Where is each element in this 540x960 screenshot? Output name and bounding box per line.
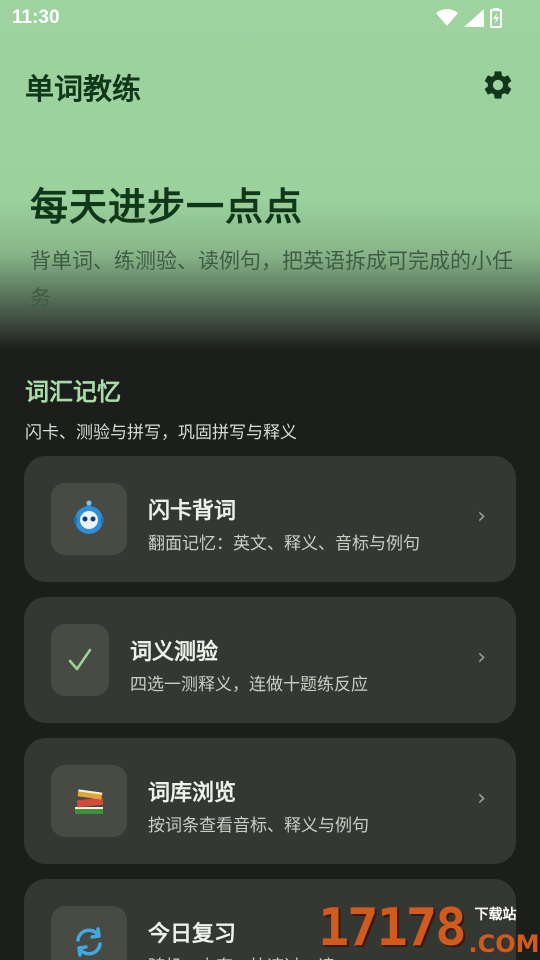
section-description: 闪卡、测验与拼写，巩固拼写与释义 <box>25 423 297 443</box>
gear-icon <box>484 71 512 99</box>
watermark-number: 17178 <box>318 898 467 958</box>
card-word-bank[interactable]: 词库浏览 按词条查看音标、释义与例句 › <box>24 738 516 864</box>
card-subtitle: 翻面记忆：英文、释义、音标与例句 <box>148 534 420 554</box>
watermark-tag: 下载站 <box>474 907 517 923</box>
books-icon <box>75 789 104 814</box>
card-icon-box <box>51 483 127 555</box>
signal-icon <box>464 9 484 27</box>
chevron-right-icon: › <box>477 786 486 811</box>
robot-icon <box>74 500 104 534</box>
watermark-domain: .COM <box>468 930 540 958</box>
card-title: 词义测验 <box>130 640 219 665</box>
card-subtitle: 四选一测释义，连做十题练反应 <box>130 675 368 695</box>
status-icons <box>436 8 502 28</box>
card-icon-box <box>51 765 127 837</box>
card-quiz[interactable]: 词义测验 四选一测释义，连做十题练反应 › <box>24 597 516 723</box>
card-icon-box <box>51 624 109 696</box>
card-icon-box <box>51 906 127 960</box>
hero-headline: 每天进步一点点 <box>30 185 304 229</box>
card-subtitle: 随机、少套、快速过一遍 <box>148 952 335 960</box>
chevron-right-icon: › <box>477 645 486 670</box>
chevron-right-icon: › <box>477 504 486 529</box>
settings-button[interactable] <box>481 68 515 102</box>
wifi-icon <box>436 9 458 26</box>
refresh-icon <box>76 927 102 957</box>
card-flashcards[interactable]: 闪卡背词 翻面记忆：英文、释义、音标与例句 › <box>24 456 516 582</box>
card-subtitle: 按词条查看音标、释义与例句 <box>148 816 369 836</box>
card-title: 词库浏览 <box>148 781 237 806</box>
status-time: 11:30 <box>12 7 60 28</box>
card-title: 闪卡背词 <box>148 499 237 524</box>
status-bar: 11:30 <box>0 0 540 36</box>
hero-subline: 背单词、练测验、读例句，把英语拆成可完成的小任务 <box>30 249 513 310</box>
app-title: 单词教练 <box>25 72 142 106</box>
card-title: 今日复习 <box>148 922 237 947</box>
watermark-side: 下载站 .COM <box>468 898 540 958</box>
section-title: 词汇记忆 <box>25 378 121 406</box>
checkmark-icon <box>68 648 92 671</box>
watermark-logo: 17178 下载站 .COM <box>318 896 540 960</box>
battery-icon <box>490 8 502 28</box>
